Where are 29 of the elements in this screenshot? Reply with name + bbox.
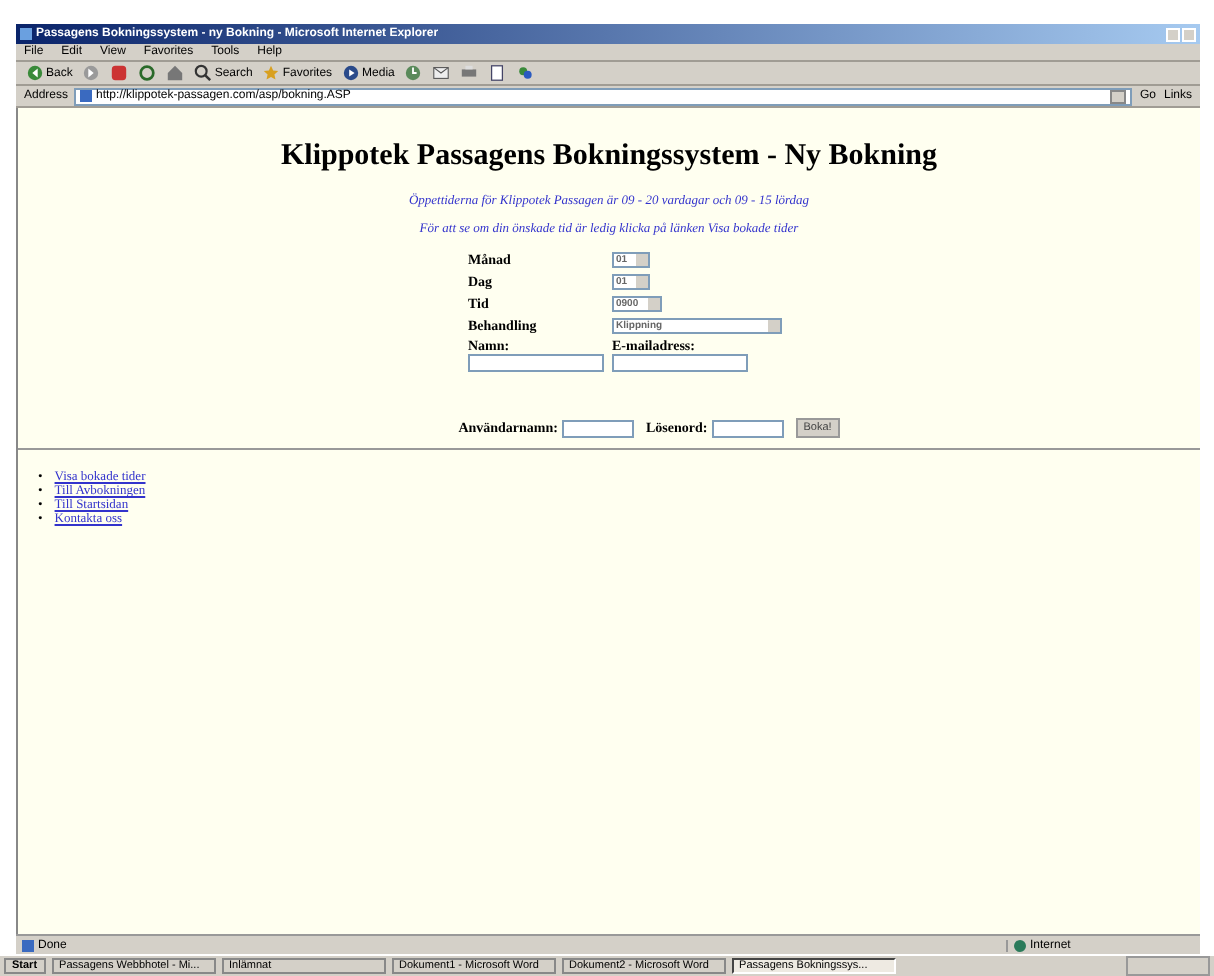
browser-icon [20, 28, 32, 40]
favorites-icon [262, 64, 281, 82]
globe-icon [1014, 939, 1026, 951]
toolbar-button[interactable] [136, 64, 159, 82]
minimize-button[interactable] [1166, 27, 1180, 41]
print-icon [460, 64, 479, 82]
email-field[interactable] [612, 354, 748, 372]
password-field[interactable] [711, 419, 784, 437]
refresh-icon [138, 64, 157, 82]
home-icon [166, 64, 185, 82]
stop-icon [110, 64, 129, 82]
media-icon [342, 64, 361, 82]
toolbar-button[interactable] [514, 64, 537, 82]
mail-icon [432, 64, 451, 82]
page-icon [80, 90, 93, 102]
forward-icon [82, 64, 101, 82]
back-icon [26, 64, 44, 82]
name-field[interactable] [468, 354, 604, 372]
edit-icon [488, 64, 507, 82]
messenger-icon [516, 64, 535, 82]
toolbar-button[interactable] [486, 64, 509, 82]
page-icon [22, 939, 34, 951]
history-icon [404, 64, 423, 82]
maximize-button[interactable] [1182, 27, 1196, 41]
dropdown-button[interactable] [1109, 89, 1126, 103]
page-heading: Klippotek Passagens Bokningssystem - Ny Bokning [279, 140, 939, 174]
search-icon [194, 64, 213, 82]
username-field[interactable] [561, 419, 634, 437]
toolbar-button[interactable] [430, 64, 453, 82]
